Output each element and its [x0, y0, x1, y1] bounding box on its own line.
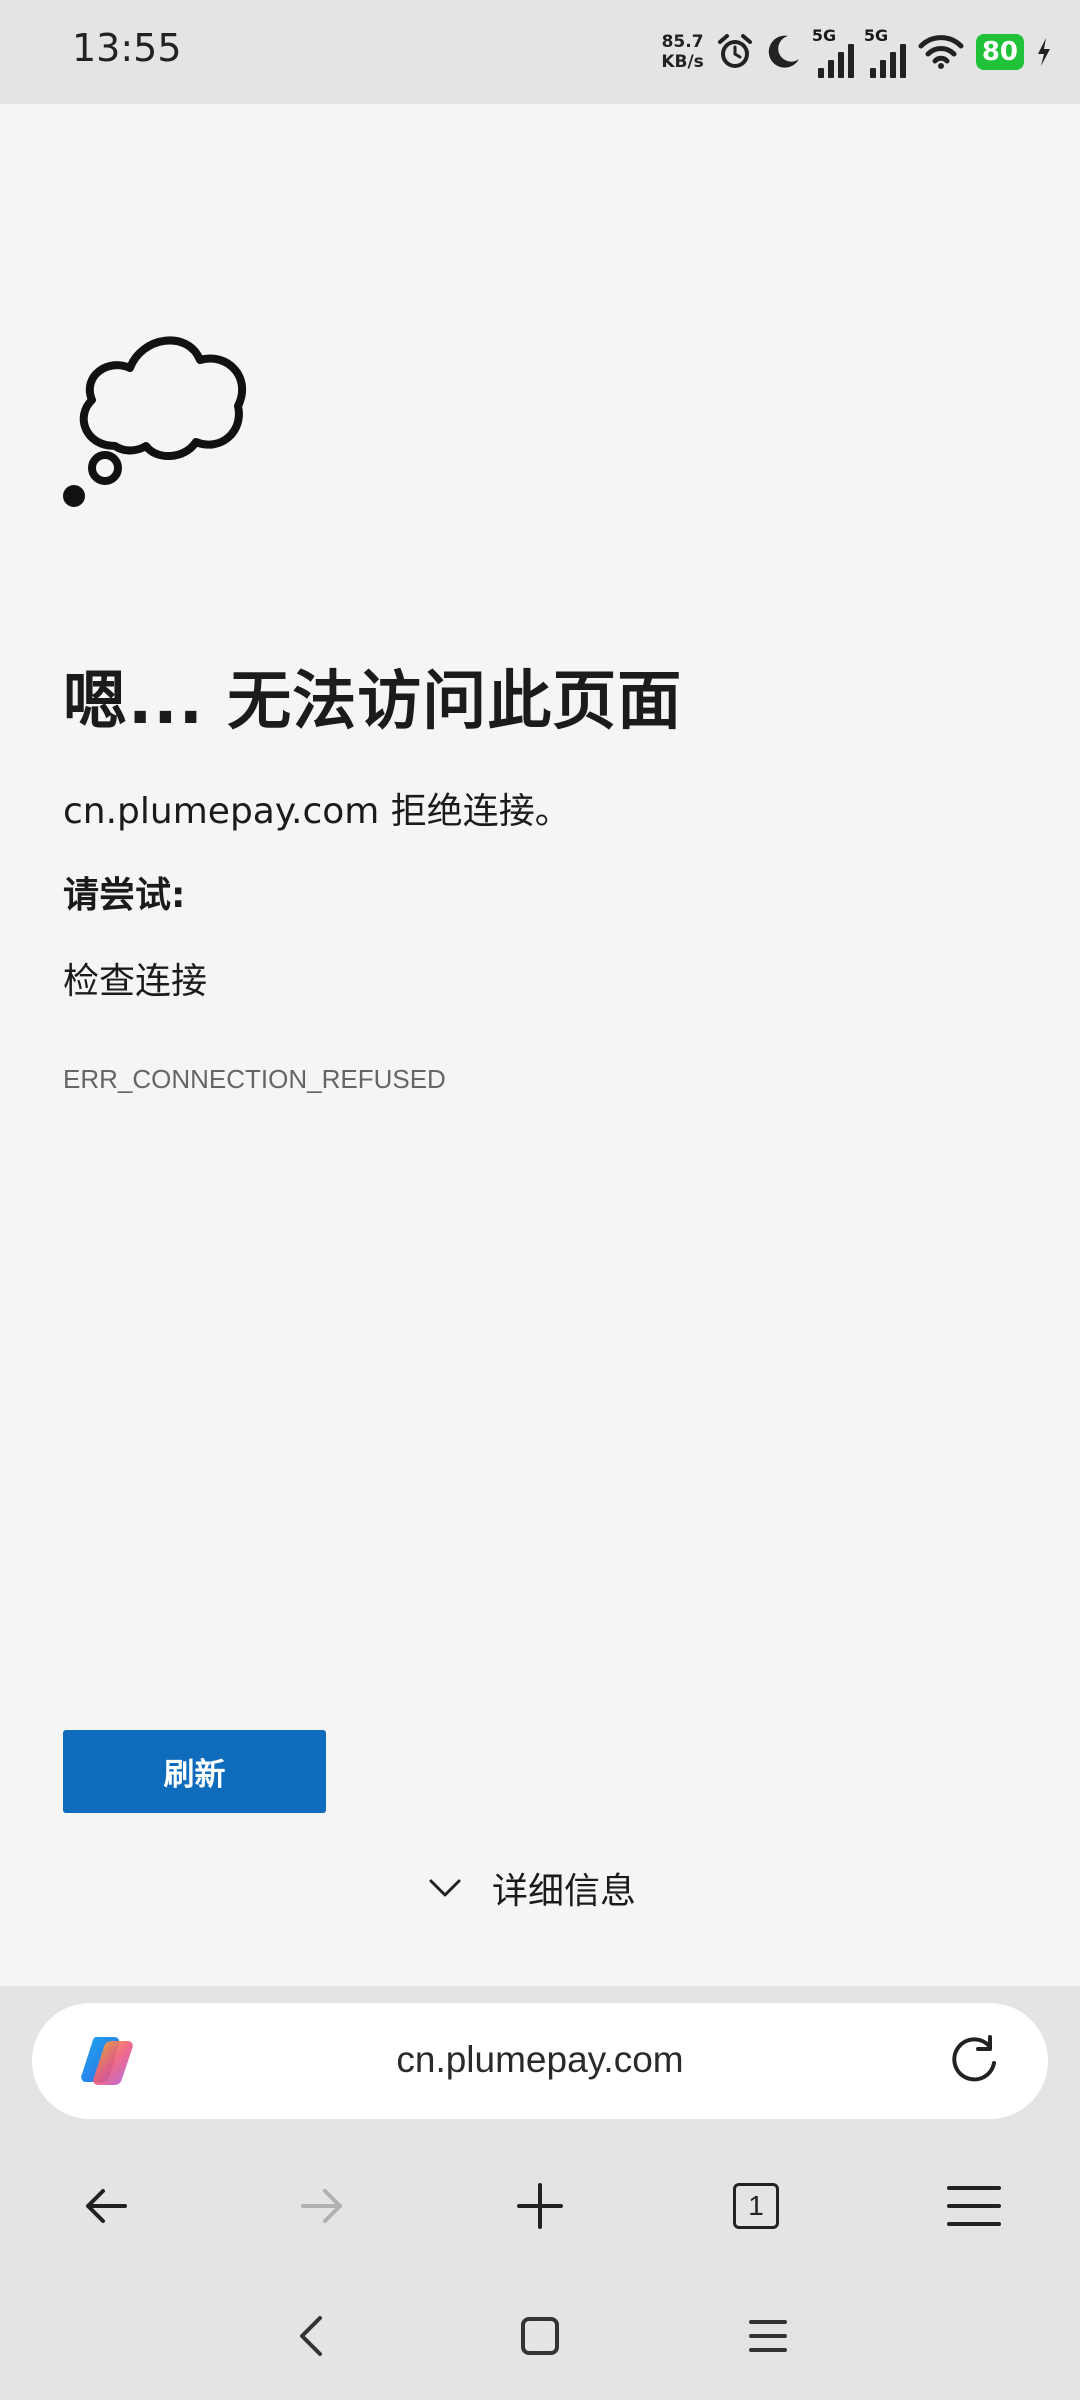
error-code: ERR_CONNECTION_REFUSED: [63, 1064, 446, 1094]
browser-toolbar: 1: [0, 2168, 1080, 2244]
tabs-button[interactable]: 1: [718, 2168, 794, 2244]
forward-button[interactable]: [284, 2168, 360, 2244]
network-speed: 85.7 KB/s: [661, 32, 703, 72]
details-label: 详细信息: [492, 1871, 637, 1912]
tab-count: 1: [733, 2183, 779, 2229]
new-tab-button[interactable]: [502, 2168, 578, 2244]
hamburger-menu-icon: [947, 2186, 1001, 2226]
signal-icon: 5G: [811, 26, 854, 78]
back-arrow-icon: [86, 2189, 127, 2223]
status-icons: 85.7 KB/s 5G 5G 80: [661, 24, 1052, 80]
details-toggle[interactable]: 详细信息: [428, 1862, 636, 1914]
system-recents-icon: [749, 2320, 787, 2352]
system-back-icon: [300, 2316, 322, 2356]
system-navigation-bar: [0, 2296, 1080, 2376]
thought-cloud-icon: [63, 336, 247, 507]
url-text[interactable]: cn.plumepay.com: [32, 2039, 1048, 2081]
refresh-button[interactable]: 刷新: [63, 1730, 326, 1813]
chevron-down-icon: [429, 1879, 461, 1897]
system-back-button[interactable]: [276, 2296, 346, 2376]
battery-icon: 80: [975, 34, 1024, 70]
wifi-icon: [918, 35, 964, 69]
system-home-button[interactable]: [505, 2296, 575, 2376]
suggestion-check-connection: 检查连接: [63, 961, 208, 1002]
status-bar: 13:55 85.7 KB/s 5G 5G 80: [0, 0, 1080, 104]
system-recents-button[interactable]: [733, 2296, 803, 2376]
error-message: cn.plumepay.com 拒绝连接。: [63, 791, 571, 832]
forward-arrow-icon: [301, 2189, 342, 2223]
network-speed-value: 85.7: [661, 32, 704, 52]
reload-icon[interactable]: [944, 2031, 1004, 2091]
try-label: 请尝试:: [63, 875, 186, 916]
plus-icon: [517, 2183, 563, 2229]
alarm-icon: [717, 34, 752, 68]
menu-button[interactable]: [936, 2168, 1012, 2244]
address-bar[interactable]: cn.plumepay.com: [32, 2003, 1048, 2119]
back-button[interactable]: [68, 2168, 144, 2244]
signal-icon: 5G: [863, 26, 906, 78]
error-title: 嗯... 无法访问此页面: [63, 665, 683, 739]
network-speed-unit: KB/s: [661, 52, 704, 72]
charging-icon: [1038, 38, 1050, 66]
signal-label: 5G: [863, 26, 889, 45]
moon-icon: [768, 35, 799, 68]
system-home-icon: [521, 2317, 559, 2355]
signal-label: 5G: [811, 26, 837, 45]
status-time: 13:55: [72, 26, 182, 70]
